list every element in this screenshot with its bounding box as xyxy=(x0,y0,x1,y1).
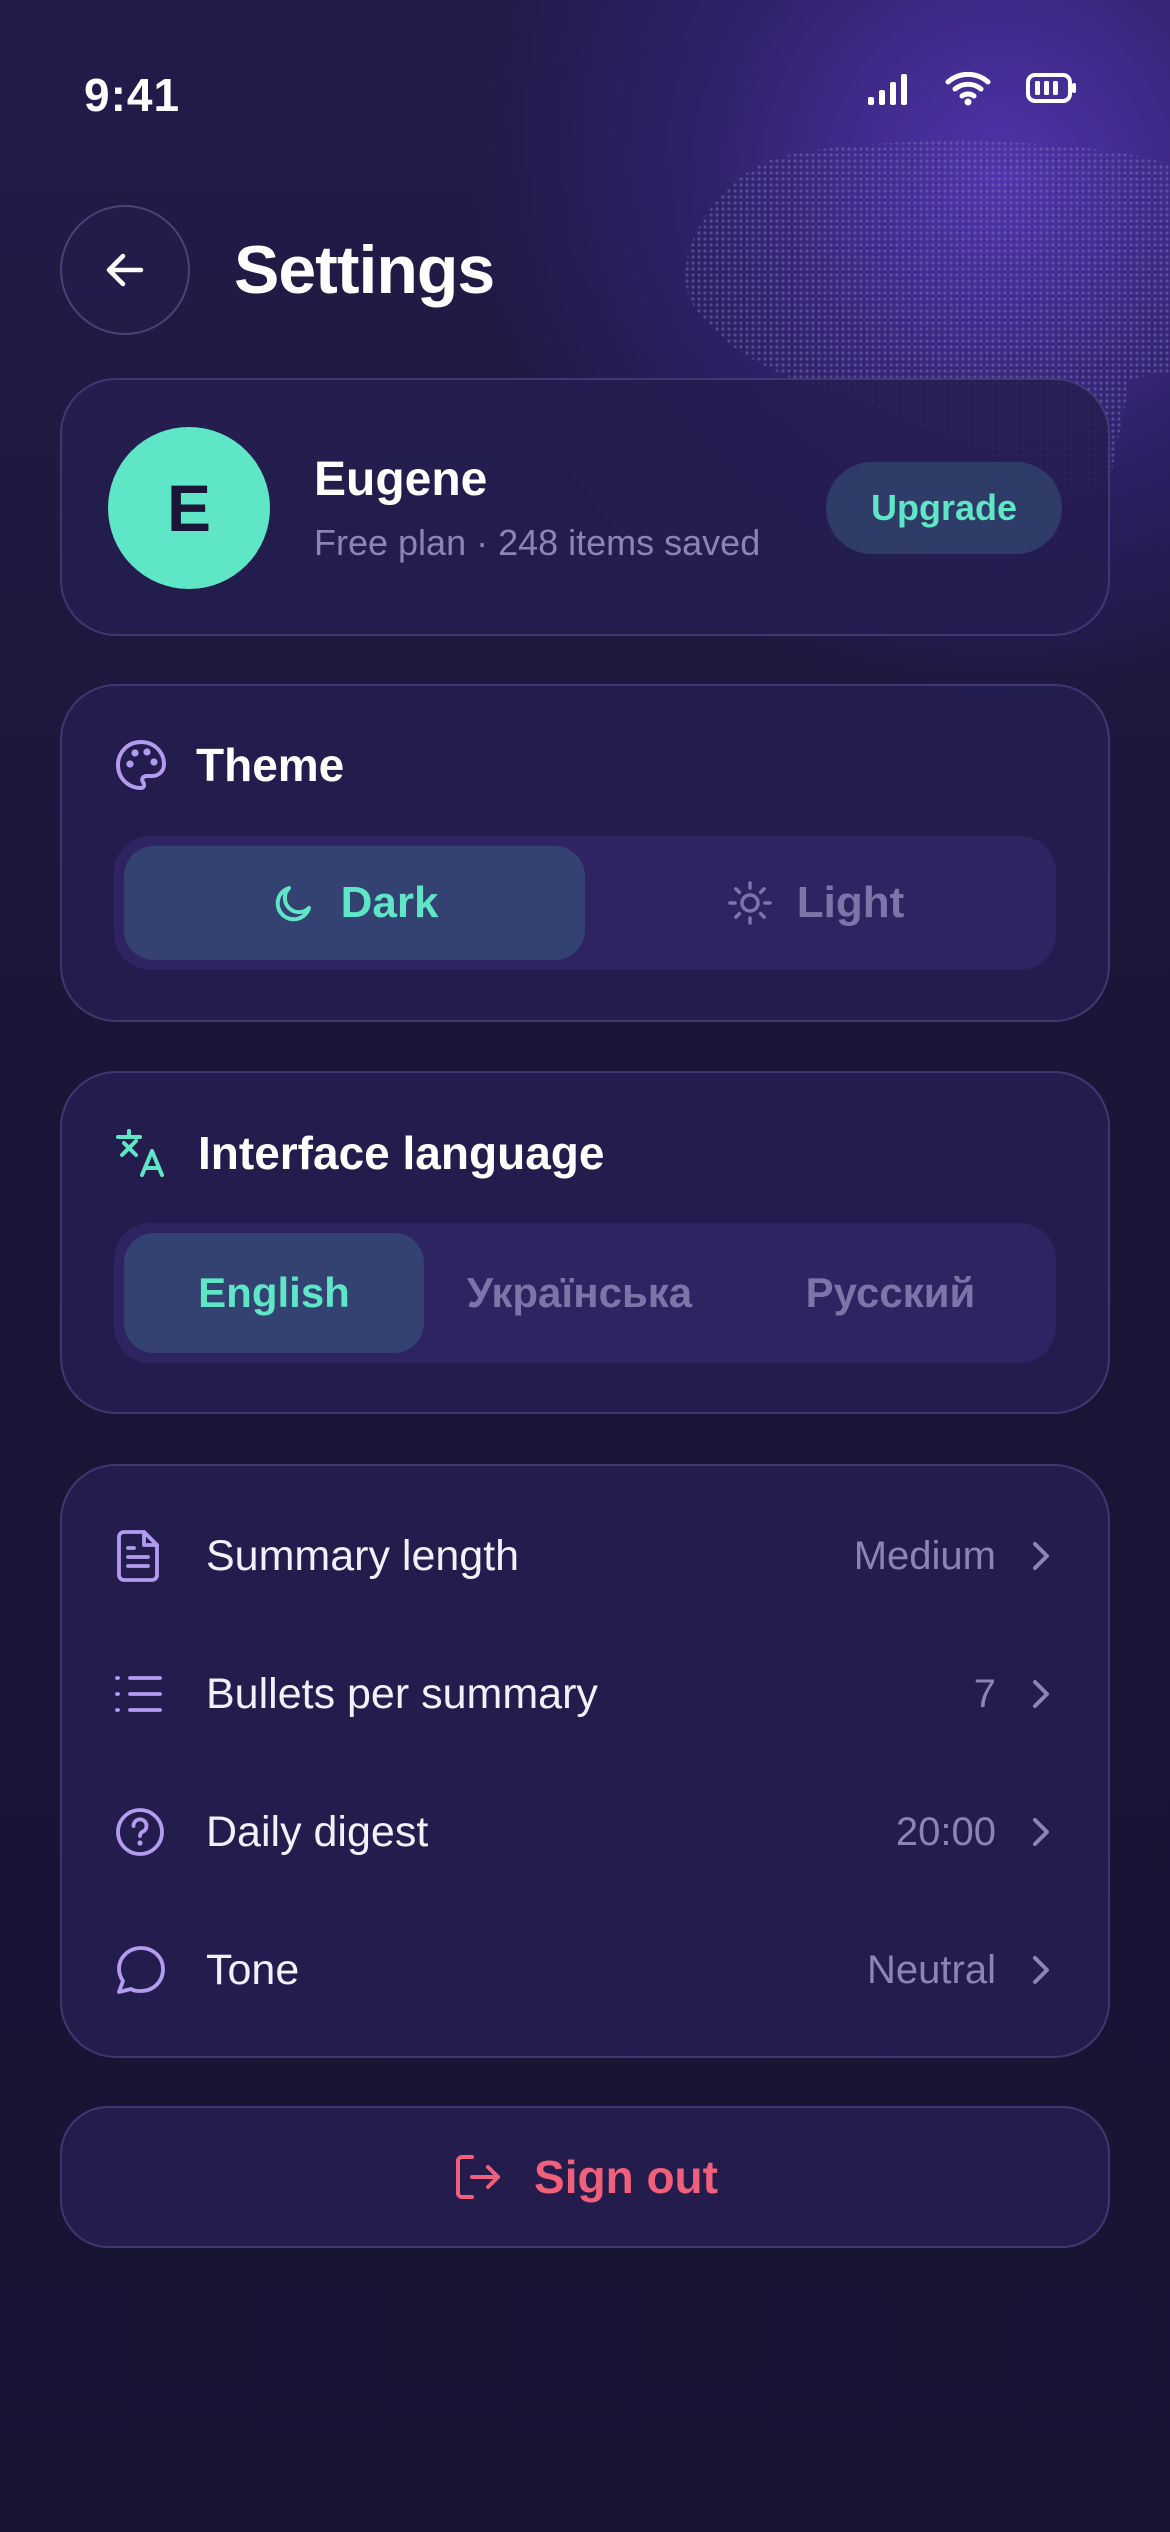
header: Settings xyxy=(60,205,1110,335)
sun-icon xyxy=(727,881,772,925)
help-circle-icon xyxy=(116,1808,164,1856)
sign-out-label: Sign out xyxy=(534,2151,718,2203)
pref-label: Summary length xyxy=(206,1531,520,1580)
avatar: E xyxy=(108,427,270,589)
chevron-right-icon xyxy=(1033,1680,1049,1708)
palette-icon xyxy=(116,740,166,790)
pref-label: Daily digest xyxy=(206,1807,429,1856)
theme-option-label: Light xyxy=(796,878,905,927)
theme-option-label: Dark xyxy=(340,878,439,927)
pref-row-summary-length[interactable]: Summary length Medium xyxy=(114,1506,1056,1606)
document-icon xyxy=(117,1530,159,1582)
chevron-right-icon xyxy=(1033,1956,1049,1984)
upgrade-button[interactable]: Upgrade xyxy=(826,462,1062,554)
preferences-card: Summary length Medium Bullets per summar… xyxy=(60,1464,1110,2058)
theme-switch: Dark Light xyxy=(114,836,1056,970)
pref-value: 7 xyxy=(973,1671,996,1716)
battery-icon xyxy=(1026,73,1076,103)
theme-card: Theme Dark Light xyxy=(60,684,1110,1022)
pref-value: Medium xyxy=(853,1533,996,1578)
pref-label: Tone xyxy=(206,1945,300,1994)
chevron-right-icon xyxy=(1033,1818,1049,1846)
pref-value: 20:00 xyxy=(895,1809,996,1854)
translate-icon xyxy=(116,1129,164,1177)
pref-value: Neutral xyxy=(867,1947,996,1992)
language-switch: English Українська Русский xyxy=(114,1223,1056,1363)
profile-name: Eugene xyxy=(314,453,488,506)
profile-plan-info: Free plan · 248 items saved xyxy=(314,522,761,563)
status-time: 9:41 xyxy=(84,69,181,121)
profile-card: E Eugene Free plan · 248 items saved Upg… xyxy=(60,378,1110,636)
sign-out-button[interactable]: Sign out xyxy=(60,2106,1110,2248)
language-option-ukrainian[interactable]: Українська xyxy=(424,1233,735,1353)
back-button[interactable] xyxy=(60,205,190,335)
status-bar: 9:41 xyxy=(0,0,1170,190)
language-card: Interface language English Українська Ру… xyxy=(60,1071,1110,1414)
moon-icon xyxy=(275,886,311,922)
theme-option-light[interactable]: Light xyxy=(585,846,1046,960)
chevron-right-icon xyxy=(1033,1542,1049,1570)
pref-row-tone[interactable]: Tone Neutral xyxy=(114,1920,1056,2020)
page-title: Settings xyxy=(234,232,495,308)
theme-option-dark[interactable]: Dark xyxy=(124,846,585,960)
language-option-russian[interactable]: Русский xyxy=(735,1233,1046,1353)
chat-bubble-icon xyxy=(117,1946,165,1994)
theme-title: Theme xyxy=(196,739,345,791)
signal-icon xyxy=(868,74,907,105)
pref-label: Bullets per summary xyxy=(206,1669,598,1718)
language-option-english[interactable]: English xyxy=(124,1233,424,1353)
logout-icon xyxy=(456,2155,501,2199)
pref-row-daily-digest[interactable]: Daily digest 20:00 xyxy=(114,1782,1056,1882)
arrow-left-icon xyxy=(106,253,144,287)
language-title: Interface language xyxy=(198,1127,605,1179)
list-icon xyxy=(115,1676,162,1712)
pref-row-bullets[interactable]: Bullets per summary 7 xyxy=(114,1644,1056,1744)
wifi-icon xyxy=(945,71,991,106)
